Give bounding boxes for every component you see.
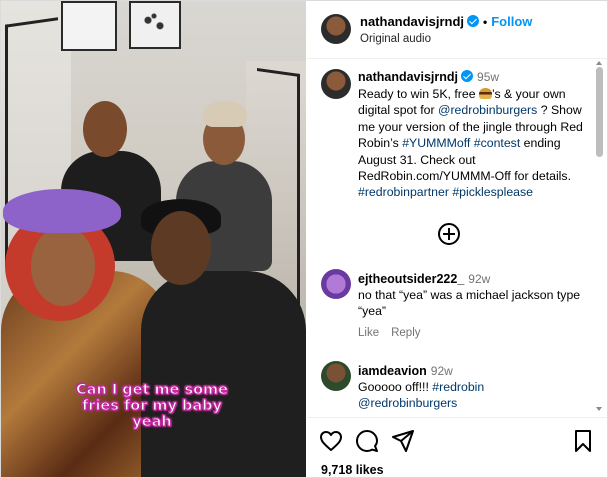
person-figure (3, 189, 121, 233)
comments-scroll-area[interactable]: nathandavisjrndj 95w Ready to win 5K, fre… (307, 59, 607, 417)
avatar[interactable] (321, 14, 351, 44)
post-footer: 9,718 likes (307, 417, 607, 478)
author-username[interactable]: nathandavisjrndj (360, 14, 464, 29)
post-side-panel: nathandavisjrndj • Follow Original audio n… (307, 1, 607, 477)
comment-age[interactable]: 92w (468, 272, 490, 286)
bookmark-icon[interactable] (574, 430, 592, 452)
person-figure (203, 101, 247, 127)
comment-actions: Like Reply (358, 327, 433, 339)
caption-line: Can I get me some (76, 382, 229, 399)
likes-count[interactable]: 9,718 likes (321, 463, 384, 477)
comment-username[interactable]: ejtheoutsider222_ (358, 272, 464, 286)
audio-link[interactable]: Original audio (360, 33, 431, 45)
caption-line: yeah (132, 414, 172, 431)
author-line: nathandavisjrndj 95w (358, 70, 499, 84)
burger-emoji-icon (478, 88, 492, 99)
hashtag-link[interactable]: #YUMMMoff (402, 136, 470, 150)
comment-author-line: ejtheoutsider222_ 92w (358, 272, 490, 286)
share-icon[interactable] (392, 430, 414, 452)
scrollbar-thumb[interactable] (596, 67, 603, 157)
hashtag-link[interactable]: #contest (474, 136, 521, 150)
separator-dot: • (483, 15, 488, 29)
mention-link[interactable]: @redrobinburgers (358, 396, 457, 410)
author-username[interactable]: nathandavisjrndj (358, 70, 458, 84)
comment-age[interactable]: 92w (431, 364, 453, 378)
post-header: nathandavisjrndj • Follow Original audio (307, 1, 607, 59)
mention-link[interactable]: @redrobinburgers (438, 103, 537, 117)
comment-text: no that “yea” was a michael jackson type… (358, 288, 581, 319)
person-figure (83, 101, 127, 157)
post-dialog: Can I get me some fries for my baby yeah… (0, 0, 608, 478)
wall-art (61, 1, 117, 51)
post-age[interactable]: 95w (477, 70, 499, 84)
wall-art (129, 1, 181, 49)
hashtag-link[interactable]: #redrobinpartner (358, 185, 449, 199)
hashtag-link[interactable]: #redrobin (432, 380, 484, 394)
scroll-up-arrow-icon[interactable] (596, 61, 602, 65)
post-caption-text: Ready to win 5K, free ’s & your own digi… (358, 86, 590, 201)
caption-line: fries for my baby (81, 398, 222, 415)
heart-icon[interactable] (319, 430, 343, 452)
person-figure (141, 271, 306, 477)
comment-text-body: Gooooo off!!! (358, 380, 433, 394)
comment-text: Gooooo off!!! #redrobin @redrobinburgers (358, 379, 588, 412)
follow-button[interactable]: Follow (491, 14, 532, 29)
avatar[interactable] (321, 361, 351, 391)
post-video[interactable]: Can I get me some fries for my baby yeah (1, 1, 306, 477)
comment-author-line: iamdeavion 92w (358, 364, 453, 378)
caption-text: Ready to win 5K, free (358, 87, 479, 101)
video-caption: Can I get me some fries for my baby yeah (41, 382, 263, 431)
avatar[interactable] (321, 69, 351, 99)
load-more-comments-icon[interactable] (438, 223, 460, 245)
verified-icon (467, 15, 480, 27)
person-figure (31, 226, 95, 306)
comment-username[interactable]: iamdeavion (358, 364, 427, 378)
comment-icon[interactable] (356, 430, 378, 452)
person-figure (151, 211, 211, 285)
scroll-down-arrow-icon[interactable] (596, 407, 602, 411)
like-comment-button[interactable]: Like (358, 327, 379, 339)
verified-icon (461, 70, 474, 82)
hashtag-link[interactable]: #picklesplease (452, 185, 533, 199)
reply-button[interactable]: Reply (391, 327, 420, 339)
author-line: nathandavisjrndj • Follow (360, 14, 532, 29)
avatar[interactable] (321, 269, 351, 299)
